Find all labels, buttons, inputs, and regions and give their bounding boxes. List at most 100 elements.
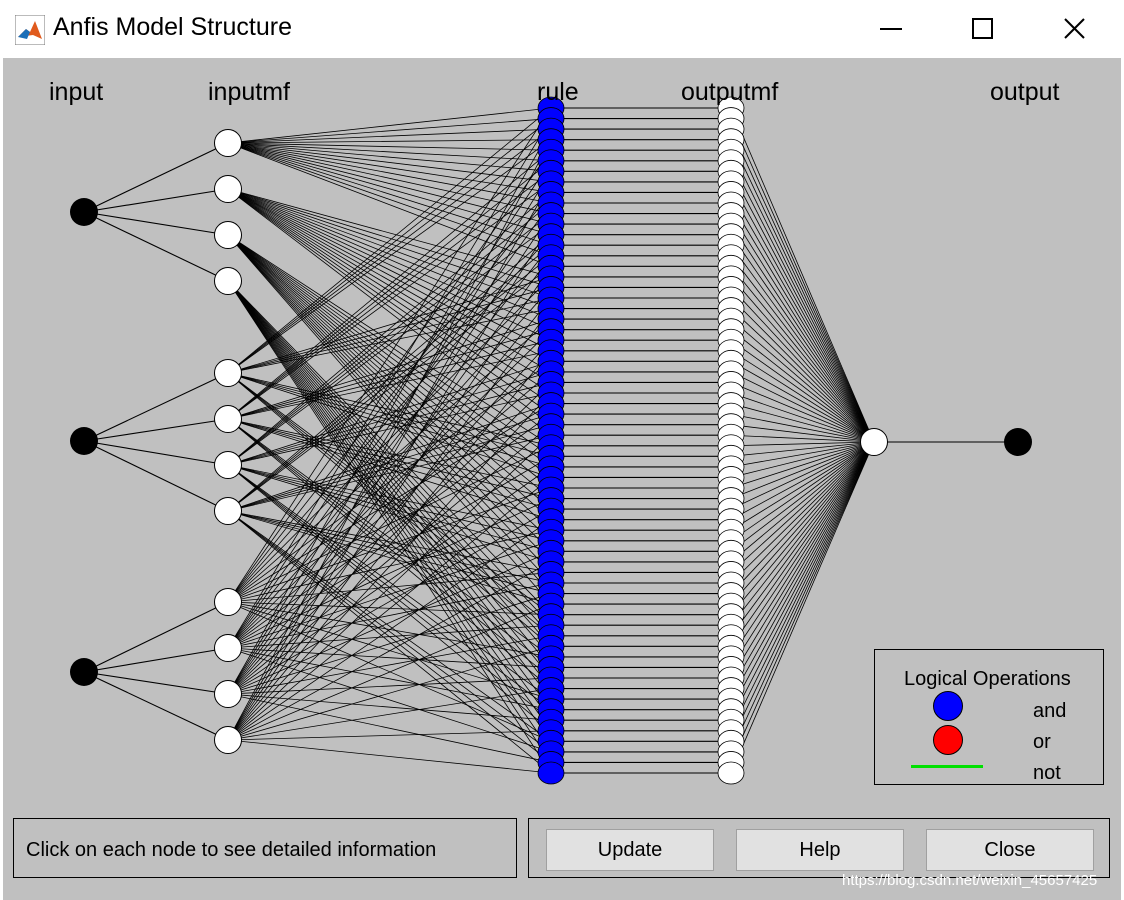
mf-rule-edge: [227, 142, 552, 267]
outputmf-output-edge: [730, 234, 875, 443]
inputmf-node[interactable]: [214, 680, 242, 708]
column-label-output: output: [990, 78, 1060, 106]
outputmf-output-edge: [730, 329, 875, 443]
mf-rule-edge: [227, 128, 552, 144]
mf-rule-edge: [227, 739, 552, 774]
mf-rule-edge: [227, 508, 552, 695]
outputmf-output-edge: [730, 297, 875, 443]
input-mf-edge: [83, 440, 229, 466]
inputmf-node[interactable]: [214, 267, 242, 295]
outputmf-output-edge: [730, 441, 875, 552]
input-mf-edge: [83, 188, 229, 213]
outputmf-output-edge: [730, 128, 875, 443]
outputmf-output-edge: [730, 202, 875, 443]
logical-operations-legend: Logical Operations and or not: [874, 649, 1104, 785]
legend-label-and: and: [1033, 700, 1067, 722]
inputmf-node[interactable]: [214, 175, 242, 203]
outputmf-output-edge: [730, 118, 875, 443]
mf-rule-edge: [227, 510, 552, 774]
column-label-inputmf: inputmf: [208, 78, 290, 106]
not-legend-line: [911, 765, 983, 768]
inputmf-node[interactable]: [214, 726, 242, 754]
button-panel: Update Help Close: [528, 818, 1110, 878]
inputmf-node[interactable]: [214, 588, 242, 616]
mf-rule-edge: [227, 107, 552, 144]
input-mf-edge: [83, 601, 229, 673]
mf-rule-edge: [227, 139, 552, 144]
close-button[interactable]: Close: [926, 829, 1094, 871]
outputmf-output-edge: [730, 318, 875, 443]
mf-rule-edge: [227, 142, 552, 214]
mf-rule-edge: [227, 234, 552, 478]
outputmf-output-edge: [730, 441, 875, 573]
outputmf-output-edge: [730, 441, 875, 679]
outputmf-output-edge: [730, 308, 875, 443]
inputmf-node[interactable]: [214, 497, 242, 525]
inputmf-node[interactable]: [214, 359, 242, 387]
rule-node[interactable]: [537, 761, 565, 785]
mf-rule-edge: [227, 510, 552, 605]
outputmf-output-edge: [730, 181, 875, 443]
outputmf-output-edge: [730, 441, 875, 753]
mf-rule-edge: [227, 118, 552, 144]
outputmf-output-edge: [730, 255, 875, 443]
input-mf-edge: [83, 647, 229, 673]
outputmf-output-edge: [730, 441, 875, 742]
mf-rule-edge: [227, 142, 552, 193]
input-mf-edge: [83, 142, 229, 213]
column-label-rule: rule: [537, 78, 579, 106]
watermark: https://blog.csdn.net/weixin_45657425: [842, 872, 1098, 889]
or-legend-dot: [933, 725, 963, 755]
inputmf-node[interactable]: [214, 129, 242, 157]
input-node[interactable]: [70, 198, 98, 226]
outputmf-output-edge: [730, 441, 875, 731]
input-mf-edge: [83, 671, 229, 695]
mf-rule-edge: [227, 418, 552, 658]
outputmf-output-edge: [730, 192, 875, 443]
mf-rule-edge: [227, 677, 552, 695]
legend-label-or: or: [1033, 731, 1051, 753]
outputmf-output-edge: [730, 441, 875, 689]
update-button[interactable]: Update: [546, 829, 714, 871]
help-button[interactable]: Help: [736, 829, 904, 871]
mf-rule-edge: [227, 188, 552, 331]
outputmf-output-edge: [730, 266, 875, 443]
output-aggregate-node[interactable]: [860, 428, 888, 456]
mf-rule-edge: [227, 276, 552, 603]
outputmf-node[interactable]: [717, 761, 745, 785]
input-mf-edge: [83, 671, 229, 741]
outputmf-output-edge: [730, 441, 875, 710]
input-mf-edge: [83, 418, 229, 442]
input-mf-edge: [83, 440, 229, 512]
mf-rule-edge: [227, 188, 552, 299]
mf-rule-edge: [227, 280, 552, 615]
input-mf-edge: [83, 372, 229, 442]
input-node[interactable]: [70, 427, 98, 455]
outputmf-output-edge: [730, 371, 875, 443]
mf-rule-edge: [227, 107, 552, 374]
inputmf-node[interactable]: [214, 634, 242, 662]
outputmf-output-edge: [730, 441, 875, 615]
outputmf-output-edge: [730, 441, 875, 721]
output-node[interactable]: [1004, 428, 1032, 456]
status-text: Click on each node to see detailed infor…: [26, 839, 437, 861]
mf-rule-edge: [227, 693, 552, 763]
outputmf-output-edge: [730, 150, 875, 443]
input-mf-edge: [83, 211, 229, 282]
inputmf-node[interactable]: [214, 451, 242, 479]
input-mf-edge: [83, 211, 229, 236]
column-label-input: input: [49, 78, 104, 106]
mf-rule-edge: [227, 188, 552, 425]
legend-label-not: not: [1033, 762, 1061, 784]
outputmf-output-edge: [730, 441, 875, 605]
and-legend-dot: [933, 691, 963, 721]
outputmf-output-edge: [730, 213, 875, 443]
status-panel: Click on each node to see detailed infor…: [13, 818, 517, 878]
legend-title: Logical Operations: [904, 668, 1071, 690]
mf-rule-edge: [227, 601, 552, 658]
mf-rule-edge: [227, 234, 552, 531]
column-label-outputmf: outputmf: [681, 78, 779, 106]
inputmf-node[interactable]: [214, 221, 242, 249]
inputmf-node[interactable]: [214, 405, 242, 433]
input-node[interactable]: [70, 658, 98, 686]
